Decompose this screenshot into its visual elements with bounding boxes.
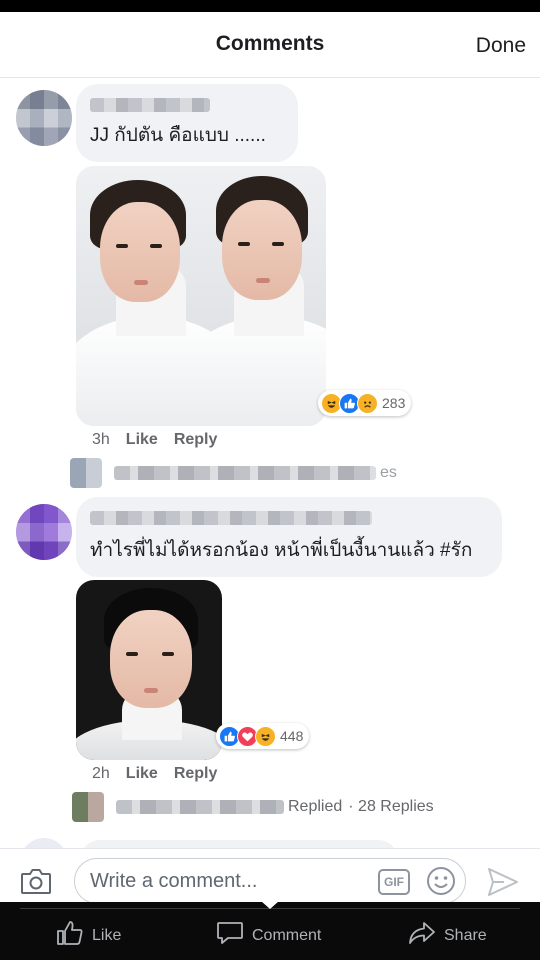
like-post-button[interactable]: Like xyxy=(56,920,121,951)
sheet-pointer xyxy=(261,901,279,909)
page-title: Comments xyxy=(215,32,325,55)
sad-icon xyxy=(357,392,378,414)
comment-post-button[interactable]: Comment xyxy=(216,920,321,951)
camera-icon[interactable] xyxy=(20,867,52,895)
reply-summary: es xyxy=(380,464,397,481)
comment-bubble[interactable]: JJ กัปตัน คือแบบ ...... xyxy=(76,84,298,162)
view-replies[interactable]: es xyxy=(70,458,397,488)
done-button[interactable]: Done xyxy=(476,34,526,58)
comment-bubble[interactable]: ทำไรพี่ไม่ได้หรอกน้อง หน้าพี่เป็นงี้นานแ… xyxy=(76,497,502,577)
reaction-summary[interactable]: 283 xyxy=(318,390,412,416)
reaction-count: 283 xyxy=(382,395,406,411)
reaction-count: 448 xyxy=(280,728,304,744)
share-icon xyxy=(408,920,436,951)
share-label: Share xyxy=(444,926,487,944)
comment-label: Comment xyxy=(252,926,322,944)
like-button[interactable]: Like xyxy=(126,431,158,449)
replier-avatar xyxy=(72,792,104,822)
commenter-avatar[interactable] xyxy=(16,504,72,560)
blurred-reply-text xyxy=(114,466,376,480)
comment-text: JJ กัปตัน คือแบบ ...... xyxy=(90,125,266,146)
share-post-button[interactable]: Share xyxy=(408,920,487,951)
reply-button[interactable]: Reply xyxy=(174,431,218,449)
reply-summary: Replied xyxy=(288,798,343,815)
send-icon[interactable] xyxy=(486,866,520,898)
view-replies[interactable]: Replied · 28 Replies xyxy=(72,792,434,822)
reply-button[interactable]: Reply xyxy=(174,765,218,783)
blurred-reply-text xyxy=(116,800,284,814)
comment-actions: 3h Like Reply xyxy=(92,431,217,449)
comments-sheet: Comments Done JJ กัปตัน คือแบบ ...... 28… xyxy=(0,12,540,902)
blurred-author-name xyxy=(90,511,372,525)
like-button[interactable]: Like xyxy=(126,765,158,783)
post-action-bar: Like Comment Share xyxy=(0,901,540,960)
comment-timestamp: 3h xyxy=(92,431,110,448)
comment-timestamp: 2h xyxy=(92,765,110,782)
blurred-author-name xyxy=(90,98,210,112)
gif-button[interactable]: GIF xyxy=(378,869,410,895)
comment-photo[interactable] xyxy=(76,166,326,426)
comment-composer: GIF xyxy=(0,848,540,902)
header: Comments Done xyxy=(0,12,540,78)
comment-text: ทำไรพี่ไม่ได้หรอกน้อง หน้าพี่เป็นงี้นานแ… xyxy=(90,540,473,561)
comment-icon xyxy=(216,920,244,951)
thumbs-up-icon xyxy=(56,920,84,951)
haha-icon xyxy=(255,725,276,747)
like-label: Like xyxy=(92,926,122,944)
status-strip xyxy=(0,0,540,12)
comment-photo[interactable] xyxy=(76,580,222,760)
reply-count: · 28 Replies xyxy=(348,798,434,815)
commenter-avatar[interactable] xyxy=(16,90,72,146)
replier-avatar xyxy=(70,458,102,488)
sticker-icon[interactable] xyxy=(426,866,456,896)
reaction-summary[interactable]: 448 xyxy=(216,723,310,749)
comment-actions: 2h Like Reply xyxy=(92,765,217,783)
